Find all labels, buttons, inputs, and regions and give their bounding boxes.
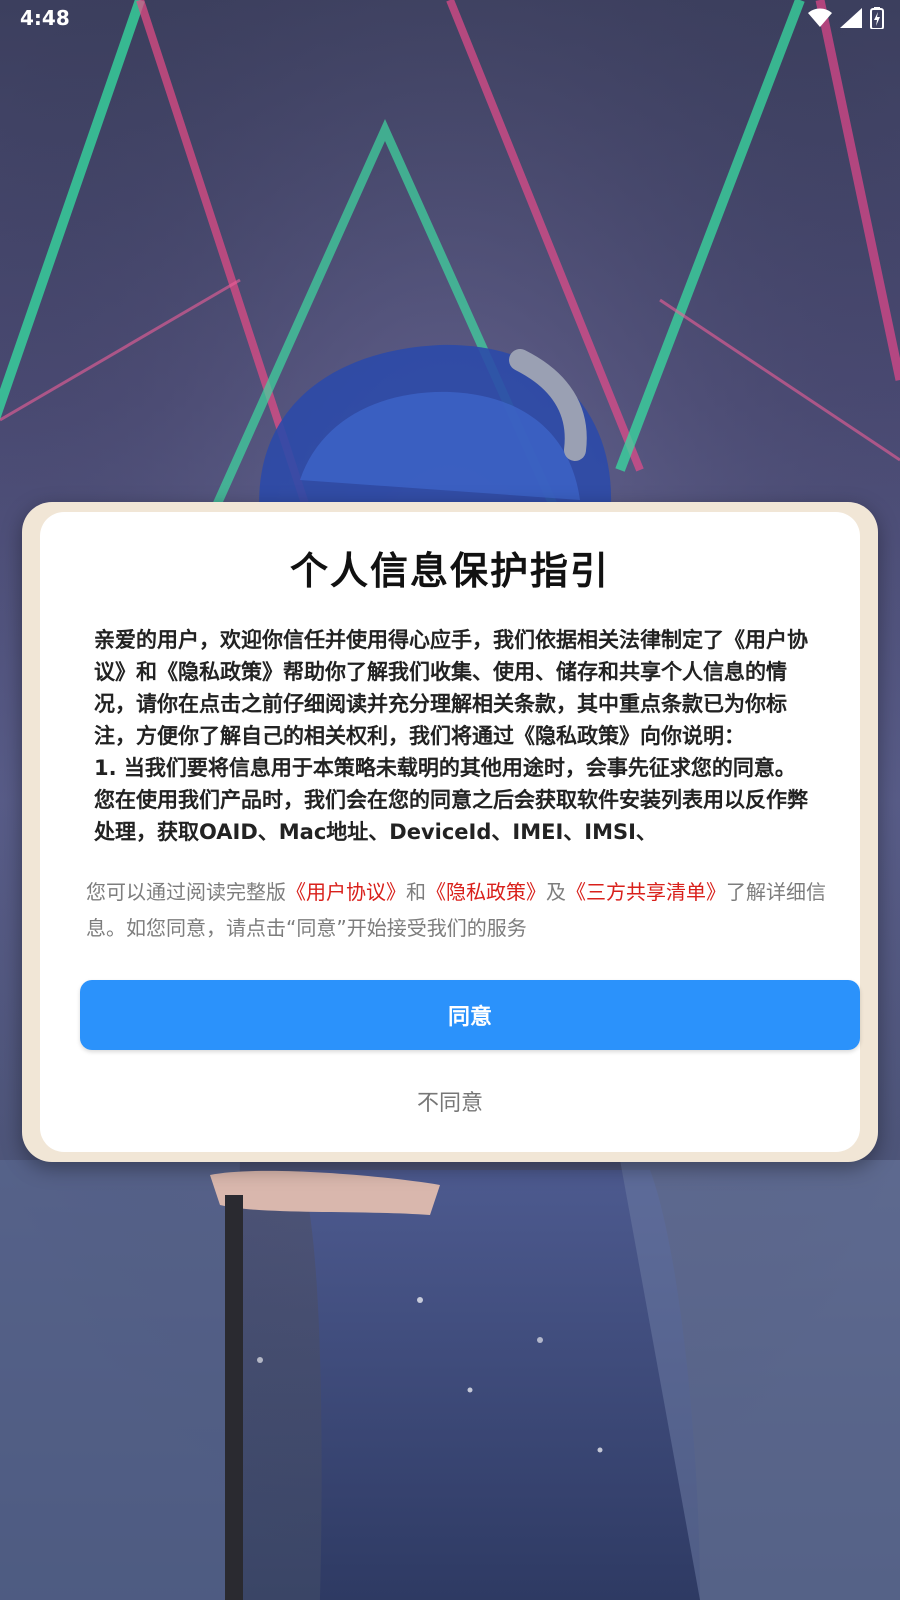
- status-icons: [808, 7, 884, 29]
- agree-button[interactable]: 同意: [80, 980, 860, 1050]
- disagree-button-label: 不同意: [416, 1091, 483, 1116]
- summary-text: 您可以通过阅读完整版《用户协议》和《隐私政策》及《三方共享清单》了解详细信息。如…: [86, 874, 846, 946]
- agree-button-label: 同意: [447, 1005, 492, 1030]
- privacy-dialog-frame: 个人信息保护指引 亲爱的用户，欢迎你信任并使用得心应手，我们依据相关法律制定了《…: [22, 502, 878, 1162]
- dialog-title: 个人信息保护指引: [289, 549, 610, 593]
- dialog-body-scroll[interactable]: 亲爱的用户，欢迎你信任并使用得心应手，我们依据相关法律制定了《用户协议》和《隐私…: [94, 624, 820, 856]
- summary-prefix: 您可以通过阅读完整版: [86, 880, 286, 904]
- privacy-policy-link[interactable]: 《隐私政策》: [426, 880, 546, 904]
- disagree-button[interactable]: 不同意: [340, 1078, 560, 1124]
- summary-and: 和: [406, 880, 426, 904]
- body-paragraph-1: 1. 当我们要将信息用于本策略未载明的其他用途时，会事先征求您的同意。 您在使用…: [94, 756, 808, 844]
- body-paragraph-intro: 亲爱的用户，欢迎你信任并使用得心应手，我们依据相关法律制定了《用户协议》和《隐私…: [94, 628, 808, 748]
- user-agreement-link[interactable]: 《用户协议》: [286, 880, 406, 904]
- status-bar: 4:48: [0, 0, 900, 36]
- cellular-signal-icon: [840, 8, 862, 28]
- privacy-dialog: 个人信息保护指引 亲爱的用户，欢迎你信任并使用得心应手，我们依据相关法律制定了《…: [40, 512, 860, 1152]
- third-party-list-link[interactable]: 《三方共享清单》: [566, 880, 726, 904]
- battery-charging-icon: [870, 7, 884, 29]
- status-time: 4:48: [20, 6, 70, 30]
- summary-and-2: 及: [546, 880, 566, 904]
- wifi-icon: [808, 8, 832, 27]
